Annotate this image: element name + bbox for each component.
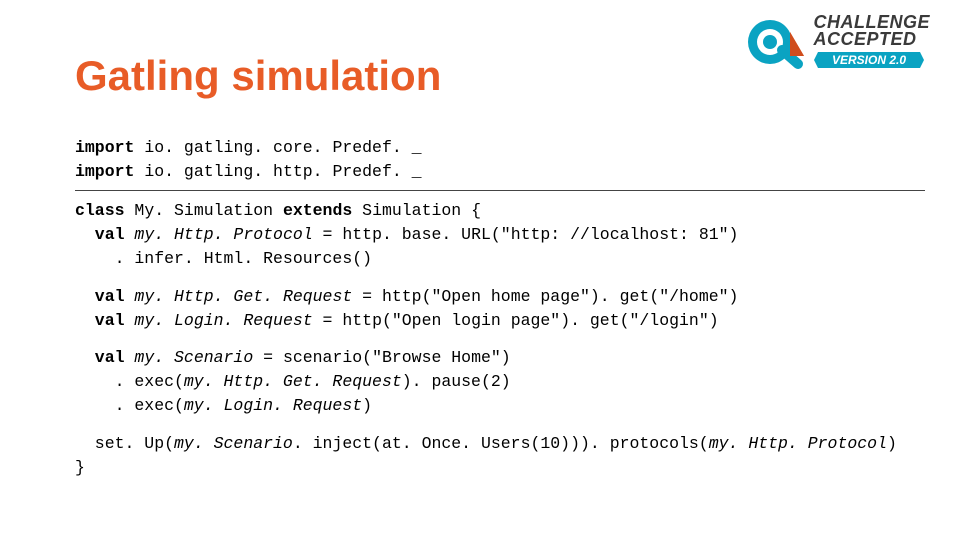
keyword-import: import bbox=[75, 138, 134, 157]
code-line: . exec(my. Login. Request) bbox=[75, 394, 925, 418]
code-text: = scenario("Browse Home") bbox=[253, 348, 510, 367]
code-text: . inject(at. Once. Users(10))). protocol… bbox=[293, 434, 709, 453]
code-text: io. gatling. http. Predef. _ bbox=[134, 162, 421, 181]
code-text: . exec( bbox=[115, 396, 184, 415]
identifier: my. Scenario bbox=[125, 348, 254, 367]
identifier: my. Scenario bbox=[174, 434, 293, 453]
code-line: val my. Http. Get. Request = http("Open … bbox=[75, 285, 925, 309]
keyword-val: val bbox=[95, 311, 125, 330]
code-line: val my. Scenario = scenario("Browse Home… bbox=[75, 346, 925, 370]
keyword-extends: extends bbox=[283, 201, 352, 220]
code-line: import io. gatling. http. Predef. _ bbox=[75, 160, 925, 184]
code-text: ). pause(2) bbox=[402, 372, 511, 391]
event-logo: CHALLENGE ACCEPTED VERSION 2.0 bbox=[744, 10, 931, 74]
code-text: io. gatling. core. Predef. _ bbox=[134, 138, 421, 157]
code-line: . infer. Html. Resources() bbox=[75, 247, 925, 271]
code-line: val my. Http. Protocol = http. base. URL… bbox=[75, 223, 925, 247]
divider bbox=[75, 190, 925, 191]
code-text: set. Up( bbox=[95, 434, 174, 453]
identifier: my. Login. Request bbox=[125, 311, 313, 330]
identifier: my. Http. Protocol bbox=[125, 225, 313, 244]
code-text: = http. base. URL("http: //localhost: 81… bbox=[313, 225, 739, 244]
code-text: Simulation { bbox=[352, 201, 481, 220]
keyword-import: import bbox=[75, 162, 134, 181]
code-line: val my. Login. Request = http("Open logi… bbox=[75, 309, 925, 333]
code-line: . exec(my. Http. Get. Request). pause(2) bbox=[75, 370, 925, 394]
keyword-val: val bbox=[95, 287, 125, 306]
code-line: import io. gatling. core. Predef. _ bbox=[75, 136, 925, 160]
code-text: . exec( bbox=[115, 372, 184, 391]
qa-logo-icon bbox=[744, 10, 808, 74]
code-text: ) bbox=[887, 434, 897, 453]
code-text: ) bbox=[362, 396, 372, 415]
identifier: my. Http. Protocol bbox=[709, 434, 887, 453]
code-line: } bbox=[75, 456, 925, 480]
svg-text:VERSION 2.0: VERSION 2.0 bbox=[831, 53, 905, 67]
logo-line2: ACCEPTED bbox=[814, 31, 931, 47]
keyword-val: val bbox=[95, 348, 125, 367]
identifier: my. Login. Request bbox=[184, 396, 362, 415]
keyword-class: class bbox=[75, 201, 125, 220]
identifier: my. Http. Get. Request bbox=[184, 372, 402, 391]
version-badge-icon: VERSION 2.0 bbox=[814, 50, 924, 70]
code-text: = http("Open login page"). get("/login") bbox=[313, 311, 719, 330]
page-title: Gatling simulation bbox=[75, 52, 441, 100]
code-line: set. Up(my. Scenario. inject(at. Once. U… bbox=[75, 432, 925, 456]
code-text: } bbox=[75, 458, 85, 477]
code-text: . infer. Html. Resources() bbox=[115, 249, 372, 268]
identifier: my. Http. Get. Request bbox=[125, 287, 353, 306]
keyword-val: val bbox=[95, 225, 125, 244]
logo-text: CHALLENGE ACCEPTED VERSION 2.0 bbox=[814, 14, 931, 69]
code-text: My. Simulation bbox=[125, 201, 283, 220]
code-block: import io. gatling. core. Predef. _ impo… bbox=[75, 136, 925, 480]
code-text: = http("Open home page"). get("/home") bbox=[352, 287, 738, 306]
code-line: class My. Simulation extends Simulation … bbox=[75, 199, 925, 223]
